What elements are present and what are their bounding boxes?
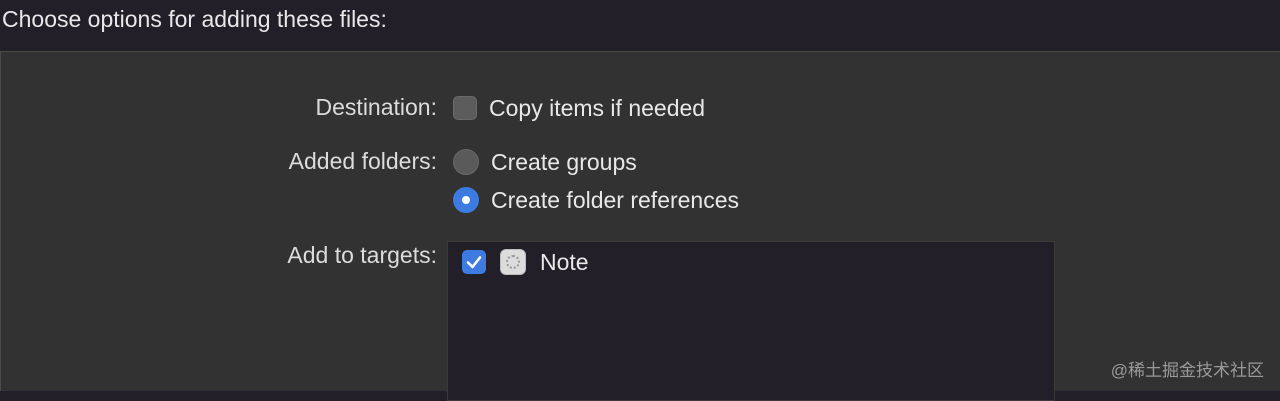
create-folder-references-radio[interactable] (453, 187, 479, 213)
copy-items-checkbox[interactable] (453, 96, 477, 120)
destination-label: Destination: (315, 94, 437, 120)
create-groups-radio[interactable] (453, 149, 479, 175)
target-row-note[interactable]: Note (462, 247, 589, 277)
app-target-icon (500, 249, 526, 275)
create-groups-option[interactable]: Create groups (453, 148, 637, 176)
watermark: @稀土掘金技术社区 (1110, 361, 1264, 380)
create-folder-references-option[interactable]: Create folder references (453, 186, 739, 214)
dialog-title: Choose options for adding these files: (2, 6, 387, 32)
target-note-checkbox[interactable] (462, 250, 486, 274)
added-folders-label: Added folders: (288, 148, 437, 174)
options-panel: Destination: Copy items if needed Added … (0, 51, 1280, 401)
checkmark-icon (466, 256, 482, 269)
create-groups-label[interactable]: Create groups (491, 149, 637, 176)
copy-items-option[interactable]: Copy items if needed (453, 94, 705, 122)
add-to-targets-label: Add to targets: (287, 242, 437, 268)
targets-list[interactable]: Note (447, 241, 1055, 401)
create-folder-references-label[interactable]: Create folder references (491, 187, 739, 214)
target-name: Note (540, 248, 589, 275)
dialog-header: Choose options for adding these files: (0, 0, 1280, 52)
copy-items-label[interactable]: Copy items if needed (489, 95, 705, 122)
